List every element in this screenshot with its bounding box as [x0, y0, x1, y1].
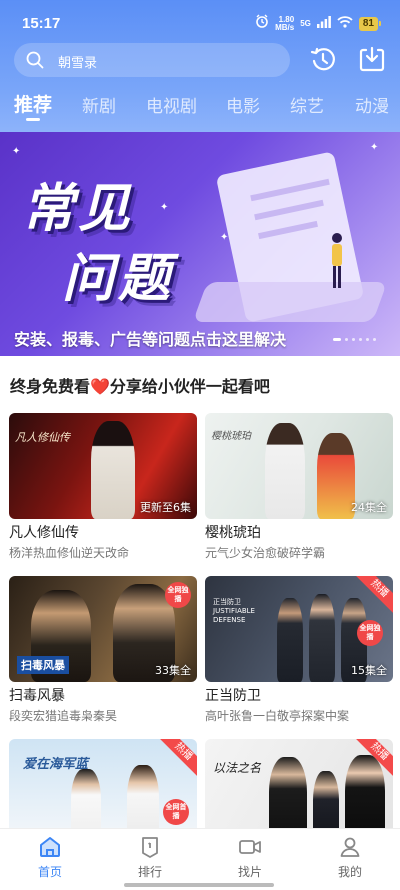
- character-figure: [277, 598, 303, 682]
- nav-find-video-label: 找片: [237, 865, 262, 879]
- premiere-badge: 全网首播: [163, 799, 189, 825]
- drama-card[interactable]: 樱桃琥珀 24集全 樱桃琥珀 元气少女治愈破碎学霸: [205, 413, 393, 561]
- nav-find-video[interactable]: 找片: [220, 835, 280, 880]
- status-bar: 15:17 1.80 MB/s 5G 81: [0, 0, 400, 44]
- episode-count: 15集全: [351, 664, 387, 677]
- poster-title: 樱桃琥珀: [211, 431, 251, 442]
- tab-movie[interactable]: 电影: [226, 92, 260, 117]
- category-tabs: 推荐 新剧 电视剧 电影 综艺 动漫: [0, 88, 400, 124]
- tab-variety[interactable]: 综艺: [290, 92, 324, 117]
- episode-count: 33集全: [155, 664, 191, 677]
- tab-recommend[interactable]: 推荐: [14, 90, 52, 117]
- hot-label: 热播: [353, 576, 393, 616]
- card-title: 扫毒风暴: [9, 688, 65, 704]
- wifi-icon: [337, 15, 353, 33]
- card-subtitle: 杨洋热血修仙逆天改命: [9, 546, 130, 560]
- poster: 凡人修仙传 更新至6集: [9, 413, 197, 519]
- alarm-icon: [255, 14, 269, 33]
- character-figure: [317, 433, 355, 519]
- poster-title: 以法之名: [213, 761, 262, 775]
- search-input[interactable]: 朝雪录: [58, 52, 97, 71]
- nav-profile-label: 我的: [337, 865, 362, 879]
- poster: 樱桃琥珀 24集全: [205, 413, 393, 519]
- card-subtitle: 元气少女治愈破碎学霸: [205, 546, 326, 560]
- tab-tv-series[interactable]: 电视剧: [146, 92, 197, 117]
- poster: 扫毒风暴 全网独播 33集全: [9, 576, 197, 682]
- drama-card[interactable]: 扫毒风暴 全网独播 33集全 扫毒风暴 段奕宏猎追毒枭秦昊: [9, 576, 197, 724]
- search-bar[interactable]: 朝雪录: [14, 43, 290, 77]
- speed-unit: MB/s: [275, 22, 295, 32]
- carousel-dot: [373, 338, 376, 341]
- poster-title: 正当防卫 JUSTIFIABLE DEFENSE: [213, 598, 255, 624]
- ranking-icon: [120, 835, 180, 859]
- nav-ranking-label: 排行: [137, 865, 162, 879]
- history-button[interactable]: [308, 44, 340, 76]
- banner-title-line2: 问题: [62, 249, 175, 309]
- status-icons: 1.80 MB/s 5G 81: [255, 14, 382, 33]
- carousel-dots: [333, 338, 376, 341]
- card-title: 正当防卫: [205, 688, 261, 704]
- character-figure: [265, 423, 305, 519]
- poster-title: 扫毒风暴: [17, 656, 69, 674]
- exclusive-badge: 全网独播: [357, 620, 383, 646]
- character-figure: [91, 421, 135, 519]
- app-header: 15:17 1.80 MB/s 5G 81 朝雪录 推荐 新剧 电视剧 电影 综…: [0, 0, 400, 132]
- bottom-navigation: 首页 排行 找片 我的: [0, 828, 400, 890]
- nav-home-label: 首页: [37, 865, 62, 879]
- tab-indicator: [26, 118, 40, 121]
- drama-card[interactable]: 正当防卫 JUSTIFIABLE DEFENSE 热播 全网独播 15集全 正当…: [205, 576, 393, 724]
- video-search-icon: [220, 835, 280, 859]
- carousel-dot: [352, 338, 355, 341]
- drama-card[interactable]: 凡人修仙传 更新至6集 凡人修仙传 杨洋热血修仙逆天改命: [9, 413, 197, 561]
- episode-count: 24集全: [351, 501, 387, 514]
- nav-profile[interactable]: 我的: [320, 835, 380, 880]
- poster-title: 爱在海军蓝: [23, 757, 89, 772]
- hot-label: 热播: [157, 739, 197, 779]
- home-icon: [20, 835, 80, 859]
- history-icon: [308, 47, 338, 78]
- poster: 正当防卫 JUSTIFIABLE DEFENSE 热播 全网独播 15集全: [205, 576, 393, 682]
- search-icon: [26, 51, 44, 73]
- carousel-dot: [359, 338, 362, 341]
- carousel-dot: [345, 338, 348, 341]
- hot-ribbon: 热播: [353, 576, 393, 616]
- sparkle-icon: ✦: [12, 146, 21, 157]
- battery-indicator: 81: [358, 16, 382, 31]
- banner-title-line1: 常见: [22, 179, 135, 239]
- faq-banner[interactable]: ✦ ✦ ✦ ✦ 常见 问题 安装、报毒、广告等问题点击这里解决: [0, 132, 400, 356]
- card-title: 樱桃琥珀: [205, 525, 261, 541]
- exclusive-badge: 全网独播: [165, 582, 191, 608]
- person-illustration: [332, 233, 342, 288]
- profile-icon: [320, 835, 380, 859]
- download-icon: [357, 46, 387, 78]
- banner-caption: 安装、报毒、广告等问题点击这里解决: [14, 330, 287, 349]
- hot-ribbon: 热播: [157, 739, 197, 779]
- poster-title: 凡人修仙传: [15, 431, 70, 444]
- carousel-dot-active: [333, 338, 341, 341]
- episode-count: 更新至6集: [140, 501, 191, 514]
- hot-ribbon: 热播: [353, 739, 393, 779]
- card-subtitle: 高叶张鲁一白敬亭探案中案: [205, 709, 350, 723]
- network-type: 5G: [300, 19, 311, 28]
- nav-ranking[interactable]: 排行: [120, 835, 180, 880]
- section-title: 终身免费看❤️分享给小伙伴一起看吧: [10, 377, 270, 396]
- sparkle-icon: ✦: [160, 202, 169, 213]
- platform-illustration: [192, 282, 388, 322]
- card-subtitle: 段奕宏猎追毒枭秦昊: [9, 709, 118, 723]
- character-figure: [309, 594, 335, 682]
- sparkle-icon: ✦: [370, 142, 379, 153]
- download-button[interactable]: [357, 44, 389, 76]
- network-speed: 1.80 MB/s: [275, 15, 295, 32]
- card-title: 凡人修仙传: [9, 525, 79, 541]
- home-indicator[interactable]: [124, 883, 274, 887]
- tab-anime[interactable]: 动漫: [355, 92, 389, 117]
- hot-label: 热播: [353, 739, 393, 779]
- tab-new-drama[interactable]: 新剧: [82, 92, 116, 117]
- status-time: 15:17: [22, 15, 61, 32]
- nav-home[interactable]: 首页: [20, 835, 80, 880]
- carousel-dot: [366, 338, 369, 341]
- signal-icon: [316, 15, 331, 33]
